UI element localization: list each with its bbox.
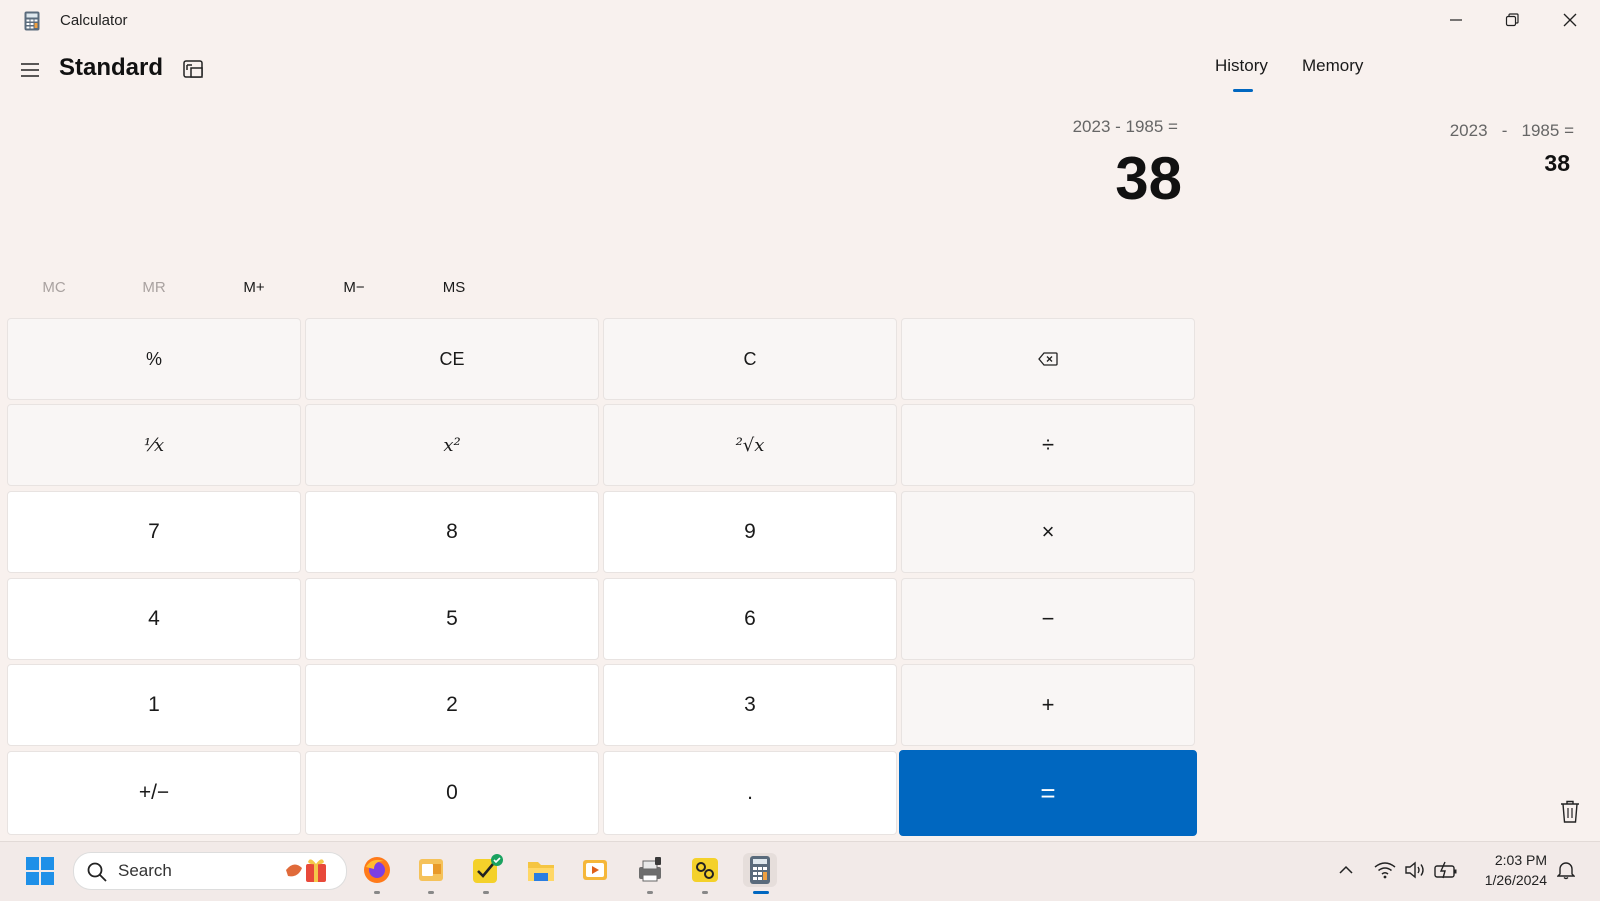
minimize-icon [1450,19,1462,21]
restore-button[interactable] [1484,0,1540,40]
result-display: 38 [1115,145,1182,212]
windows-start-icon[interactable] [24,855,56,887]
running-indicator [483,891,489,894]
percent-button[interactable]: % [7,318,301,400]
volume-status[interactable] [1403,858,1427,882]
todo-icon [473,854,503,883]
firefox-icon [364,857,390,883]
speaker-icon [1405,861,1424,879]
taskbar-app-outlook[interactable] [414,853,448,887]
media-player-icon [583,860,607,880]
calculator-app-icon [24,11,40,31]
digit-1-button[interactable]: 1 [7,664,301,746]
digit-3-button[interactable]: 3 [603,664,897,746]
add-button[interactable]: + [901,664,1195,746]
keep-on-top-icon[interactable] [182,58,206,82]
memory-recall-button[interactable]: MR [105,270,203,304]
minimize-button[interactable] [1428,0,1484,40]
restore-icon [1505,13,1519,27]
window-title: Calculator [60,12,128,29]
reciprocal-button[interactable]: ⅟x [7,404,301,486]
outlook-icon [419,859,443,881]
taskbar-app-calculator[interactable] [743,853,777,887]
tab-memory[interactable]: Memory [1302,56,1363,76]
file-explorer-icon [528,862,554,881]
settings-app-icon [692,858,718,882]
memory-add-button[interactable]: M+ [205,270,303,304]
digit-6-button[interactable]: 6 [603,578,897,660]
search-highlight-gift-icon [286,859,326,882]
show-hidden-icons-button[interactable] [1334,858,1358,882]
notifications-button[interactable] [1554,858,1578,882]
square-button[interactable]: x² [305,404,599,486]
chevron-up-icon [1339,865,1353,874]
backspace-button[interactable] [901,318,1195,400]
battery-status[interactable] [1434,858,1458,882]
memory-subtract-button[interactable]: M− [305,270,403,304]
history-entry-result[interactable]: 38 [1544,150,1570,177]
tab-history[interactable]: History [1215,56,1268,76]
close-icon [1563,13,1577,27]
running-indicator [702,891,708,894]
wifi-icon [1374,862,1396,879]
taskbar-app-file-explorer[interactable] [524,853,558,887]
history-entry-expression[interactable]: 2023 - 1985 = [1450,121,1574,141]
running-indicator [374,891,380,894]
digit-8-button[interactable]: 8 [305,491,599,573]
digit-2-button[interactable]: 2 [305,664,599,746]
memory-clear-button[interactable]: MC [5,270,103,304]
decimal-point-button[interactable]: . [603,751,897,835]
battery-charging-icon [1434,861,1457,879]
divide-button[interactable]: ÷ [901,404,1195,486]
search-icon [87,862,107,882]
taskbar-app-todo[interactable] [469,853,503,887]
digit-0-button[interactable]: 0 [305,751,599,835]
active-app-indicator [753,891,769,894]
clear-history-icon[interactable] [1556,797,1584,827]
calculator-mode-title: Standard [59,54,164,81]
printer-icon [639,857,661,882]
digit-5-button[interactable]: 5 [305,578,599,660]
square-root-button[interactable]: ²√x [603,404,897,486]
clear-entry-button[interactable]: CE [305,318,599,400]
active-tab-indicator [1233,89,1253,92]
title-bar [0,0,1600,42]
memory-store-button[interactable]: MS [405,270,503,304]
taskbar-app-settings[interactable] [688,853,722,887]
navigation-menu-button[interactable] [16,56,44,84]
running-indicator [647,891,653,894]
running-indicator [428,891,434,894]
hamburger-menu-icon [21,63,39,77]
search-placeholder: Search [118,861,172,880]
close-button[interactable] [1542,0,1598,40]
clock-date[interactable]: 1/26/2024 [1485,872,1547,888]
backspace-icon [1038,352,1058,366]
subtract-button[interactable]: − [901,578,1195,660]
multiply-button[interactable]: × [901,491,1195,573]
equals-button[interactable]: = [899,750,1197,836]
negate-button[interactable]: +/− [7,751,301,835]
clock-time[interactable]: 2:03 PM [1495,852,1547,868]
bell-icon [1557,862,1575,880]
taskbar-app-firefox[interactable] [360,853,394,887]
calculator-icon [750,856,770,884]
clear-button[interactable]: C [603,318,897,400]
wifi-status[interactable] [1373,858,1397,882]
expression-display: 2023 - 1985 = [1072,117,1178,136]
taskbar-app-printer[interactable] [633,853,667,887]
digit-4-button[interactable]: 4 [7,578,301,660]
digit-7-button[interactable]: 7 [7,491,301,573]
taskbar-app-media-player[interactable] [578,853,612,887]
digit-9-button[interactable]: 9 [603,491,897,573]
